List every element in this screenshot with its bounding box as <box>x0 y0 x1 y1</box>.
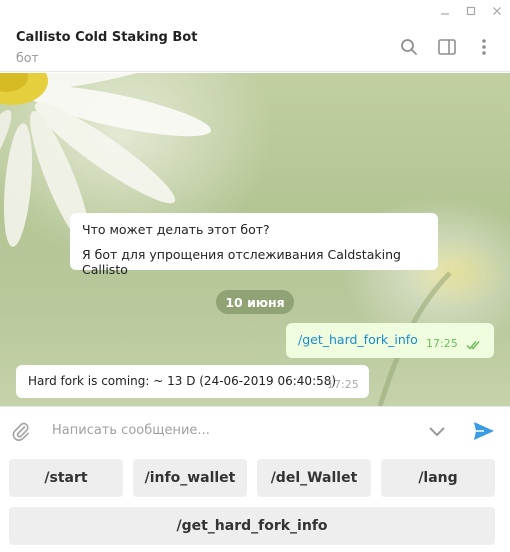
message-text: Hard fork is coming: ~ 13 D (24-06-2019 … <box>28 374 337 388</box>
search-icon[interactable] <box>397 35 421 59</box>
keyboard-button-get-hard-fork-info[interactable]: /get_hard_fork_info <box>9 507 495 545</box>
window-titlebar <box>0 0 510 22</box>
chat-area[interactable]: Что может делать этот бот? Я бот для упр… <box>0 73 510 406</box>
bot-intro-text: Я бот для упрощения отслеживания Caldsta… <box>82 247 401 277</box>
message-input[interactable]: Написать сообщение... <box>52 423 210 438</box>
paperclip-icon[interactable] <box>10 420 32 442</box>
send-icon[interactable] <box>471 419 497 443</box>
incoming-message[interactable]: Hard fork is coming: ~ 13 D (24-06-2019 … <box>16 365 369 398</box>
message-time: 17:25 <box>327 378 359 391</box>
keyboard-button-start[interactable]: /start <box>9 459 123 497</box>
sidebar-toggle-icon[interactable] <box>435 35 459 59</box>
message-time: 17:25 <box>426 337 458 350</box>
bot-intro-card: Что может делать этот бот? Я бот для упр… <box>70 213 438 277</box>
bot-intro-title: Что может делать этот бот? <box>82 222 270 237</box>
keyboard-button-lang[interactable]: /lang <box>381 459 495 497</box>
chat-subtitle: бот <box>16 50 39 65</box>
more-vertical-icon[interactable] <box>472 35 496 59</box>
maximize-icon[interactable] <box>458 0 484 22</box>
date-badge: 10 июня <box>216 290 294 314</box>
close-icon[interactable] <box>484 0 510 22</box>
minimize-icon[interactable] <box>432 0 458 22</box>
keyboard-button-info-wallet[interactable]: /info_wallet <box>133 459 247 497</box>
outgoing-message[interactable]: /get_hard_fork_info 17:25 <box>286 323 494 358</box>
chat-title[interactable]: Callisto Cold Staking Bot <box>16 30 197 45</box>
double-check-icon <box>466 335 482 354</box>
keyboard-button-del-wallet[interactable]: /del_Wallet <box>257 459 371 497</box>
bot-keyboard: /start /info_wallet /del_Wallet /lang /g… <box>0 455 510 552</box>
message-composer: Написать сообщение... <box>0 406 510 455</box>
chat-header: Callisto Cold Staking Bot бот <box>0 22 510 72</box>
message-command-link[interactable]: /get_hard_fork_info <box>298 332 418 347</box>
chevron-down-icon[interactable] <box>426 421 448 443</box>
